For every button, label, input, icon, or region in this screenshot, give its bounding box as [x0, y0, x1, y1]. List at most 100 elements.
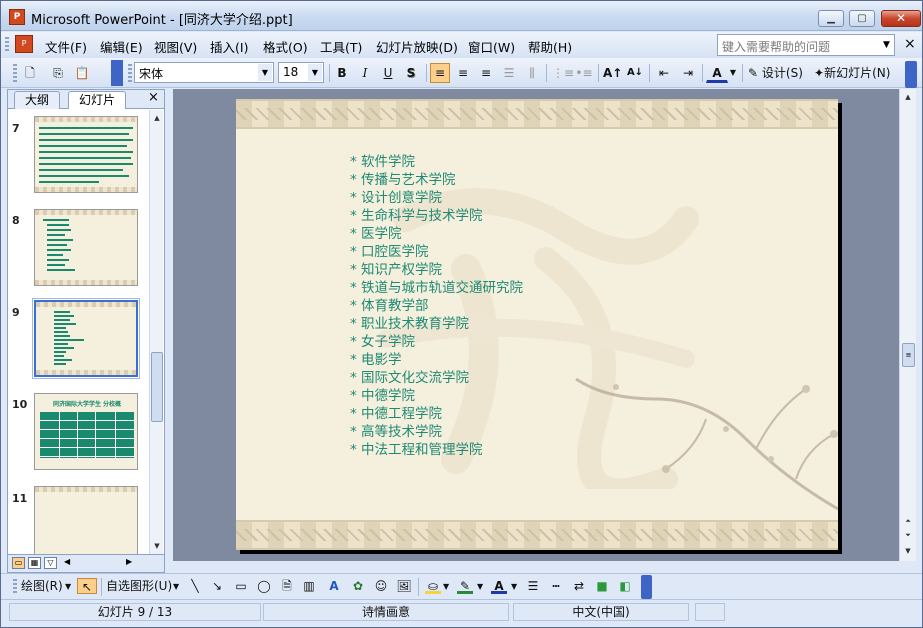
slide-thumbnail-8[interactable] — [34, 209, 138, 286]
current-slide[interactable]: * 软件学院 * 传播与艺术学院 * 设计创意学院 * 生命科学与技术学院 * … — [236, 99, 838, 550]
minimize-button[interactable]: ▁ — [818, 10, 844, 27]
font-color-icon[interactable]: A — [706, 63, 728, 83]
clipart-icon[interactable]: ☺ — [373, 578, 389, 594]
scroll-up-icon[interactable]: ▲ — [902, 91, 914, 103]
new-slide-button[interactable]: ✦新幻灯片(N) — [813, 63, 903, 83]
align-right-icon[interactable]: ≡ — [476, 63, 496, 83]
tab-slides[interactable]: 幻灯片 — [68, 91, 127, 109]
scrollbar-thumb[interactable] — [151, 352, 163, 422]
scroll-down-icon[interactable]: ▼ — [902, 545, 914, 557]
numbering-icon[interactable]: ⋮≡ — [551, 63, 574, 83]
document-close-icon[interactable]: × — [904, 36, 916, 52]
menu-insert[interactable]: 插入(I) — [210, 37, 248, 56]
menu-grip[interactable] — [5, 37, 9, 53]
help-search-input[interactable]: 键入需要帮助的问题 — [717, 34, 895, 56]
chevron-down-icon[interactable]: ▼ — [477, 578, 483, 596]
scrollbar-thumb[interactable]: ≡ — [902, 343, 915, 367]
slide-thumbnail-7[interactable] — [34, 116, 138, 193]
shadow-button[interactable]: S — [402, 63, 420, 83]
next-slide-icon[interactable]: ⏷ — [902, 529, 914, 541]
previous-slide-icon[interactable]: ⏶ — [902, 515, 914, 527]
menu-tools[interactable]: 工具(T) — [320, 37, 362, 56]
text-direction-icon[interactable]: ⫼ — [522, 63, 542, 83]
italic-button[interactable]: I — [356, 63, 374, 83]
scroll-left-icon[interactable]: ◀ — [64, 557, 70, 566]
fill-color-icon[interactable]: ⛀ — [425, 578, 441, 594]
menu-format[interactable]: 格式(O) — [263, 37, 308, 56]
increase-indent-icon[interactable]: ⇥ — [678, 63, 698, 83]
chevron-down-icon[interactable]: ▼ — [65, 578, 71, 596]
toolbar-grip-2[interactable] — [128, 64, 132, 82]
chevron-down-icon[interactable]: ▼ — [728, 63, 738, 83]
shadow-style-icon[interactable]: ■ — [594, 578, 610, 594]
oval-tool-icon[interactable]: ◯ — [256, 578, 272, 594]
line-style-icon[interactable]: ☰ — [525, 578, 541, 594]
menu-file[interactable]: 文件(F) — [45, 37, 87, 56]
align-left-icon[interactable]: ≡ — [430, 63, 450, 83]
bold-button[interactable]: B — [333, 63, 351, 83]
font-color-icon[interactable]: A — [491, 578, 507, 594]
slide-scrollbar[interactable]: ▲ ≡ ⏶ ⏷ ▼ — [899, 89, 916, 561]
menu-edit[interactable]: 编辑(E) — [100, 37, 143, 56]
line-color-icon[interactable]: ✎ — [457, 578, 473, 594]
underline-button[interactable]: U — [379, 63, 397, 83]
bullets-icon[interactable]: •≡ — [574, 63, 594, 83]
menu-slideshow[interactable]: 幻灯片放映(D) — [376, 37, 458, 56]
font-name-select[interactable]: 宋体 ▼ — [134, 62, 274, 83]
picture-icon[interactable]: 🖼 — [396, 578, 412, 594]
chevron-down-icon[interactable]: ▼ — [258, 64, 272, 81]
toolbar-grip[interactable] — [13, 64, 17, 82]
slide-thumbnail-10[interactable]: 同济国际大学学生 分校概 — [34, 393, 138, 470]
chevron-down-icon[interactable]: ▼ — [511, 578, 517, 596]
slideshow-view-icon[interactable]: ▽ — [44, 557, 57, 569]
autoshapes-button[interactable]: 自选图形(U) — [106, 578, 172, 596]
arrow-tool-icon[interactable]: ↘ — [209, 578, 225, 594]
document-icon[interactable]: P — [15, 35, 33, 53]
close-button[interactable]: ✕ — [881, 10, 921, 27]
chevron-down-icon[interactable]: ▼ — [173, 578, 179, 596]
wordart-icon[interactable]: A — [326, 578, 342, 594]
font-size-select[interactable]: 18 ▼ — [278, 62, 324, 83]
toolbar-grip[interactable] — [13, 579, 17, 595]
justify-icon[interactable]: ☰ — [499, 63, 519, 83]
pane-close-icon[interactable]: × — [148, 90, 159, 105]
vertical-textbox-icon[interactable]: ▥ — [301, 578, 317, 594]
diagram-icon[interactable]: ✿ — [350, 578, 366, 594]
slide-thumbnail-9[interactable] — [32, 298, 140, 379]
menu-window[interactable]: 窗口(W) — [468, 37, 515, 56]
maximize-button[interactable]: ▢ — [849, 10, 875, 27]
scroll-down-icon[interactable]: ▼ — [151, 540, 163, 552]
slide-thumbnail-11[interactable] — [34, 486, 138, 554]
dash-style-icon[interactable]: ┅ — [548, 578, 564, 594]
toolbar-options-icon[interactable] — [111, 60, 123, 86]
decrease-indent-icon[interactable]: ⇤ — [654, 63, 674, 83]
slide-bullet-list[interactable]: * 软件学院 * 传播与艺术学院 * 设计创意学院 * 生命科学与技术学院 * … — [348, 153, 523, 459]
select-pointer-icon[interactable]: ↖ — [77, 578, 97, 594]
toolbar-options-icon[interactable] — [641, 575, 652, 599]
chevron-down-icon[interactable]: ▼ — [443, 578, 449, 596]
arrow-style-icon[interactable]: ⇄ — [571, 578, 587, 594]
menu-help[interactable]: 帮助(H) — [528, 37, 572, 56]
paste-icon[interactable]: 📋 — [73, 63, 91, 83]
rectangle-tool-icon[interactable]: ▭ — [233, 578, 249, 594]
increase-font-icon[interactable]: A↑ — [602, 63, 622, 83]
toolbar-options-icon[interactable] — [905, 61, 917, 88]
slide-sorter-icon[interactable]: ▦ — [28, 557, 41, 569]
thumbnail-scrollbar[interactable]: ▲ ▼ — [149, 110, 163, 554]
help-dropdown-icon[interactable]: ▼ — [883, 40, 890, 50]
draw-menu-button[interactable]: 绘图(R) — [21, 578, 63, 596]
menu-view[interactable]: 视图(V) — [154, 37, 197, 56]
copy-icon[interactable]: ⎘ — [49, 63, 67, 83]
scroll-right-icon[interactable]: ▶ — [126, 557, 132, 566]
design-button[interactable]: ✎ 设计(S) — [747, 63, 809, 83]
normal-view-icon[interactable]: ▭ — [12, 557, 25, 569]
new-document-icon[interactable]: 🗋 — [21, 63, 39, 83]
chevron-down-icon[interactable]: ▼ — [308, 64, 322, 81]
3d-style-icon[interactable]: ◧ — [617, 578, 633, 594]
align-center-icon[interactable]: ≡ — [453, 63, 473, 83]
textbox-tool-icon[interactable]: 🗎 — [279, 578, 295, 594]
powerpoint-app-icon[interactable]: P — [9, 9, 25, 25]
decrease-font-icon[interactable]: A↓ — [625, 63, 645, 83]
tab-outline[interactable]: 大纲 — [14, 91, 61, 109]
scroll-up-icon[interactable]: ▲ — [151, 112, 163, 124]
